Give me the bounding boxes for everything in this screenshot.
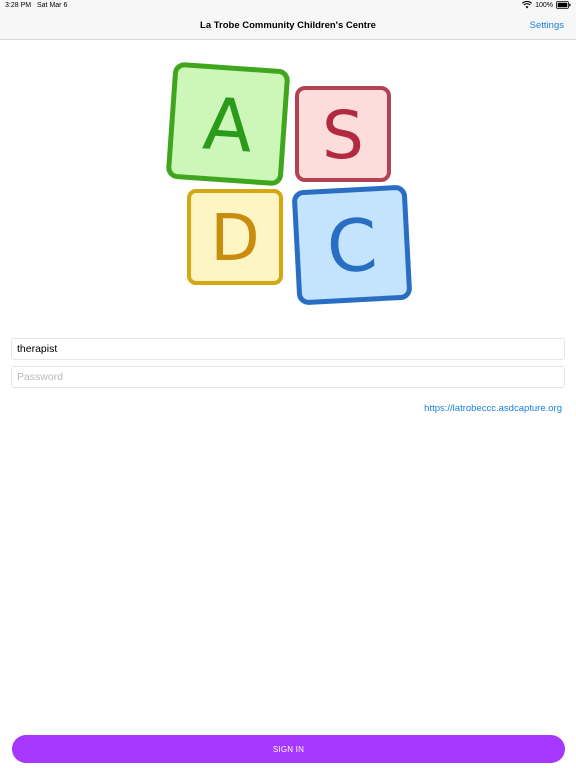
password-field[interactable]	[11, 366, 565, 388]
sign-in-button[interactable]: SIGN IN	[12, 735, 565, 763]
status-date: Sat Mar 6	[37, 2, 68, 9]
battery-percent: 100%	[535, 1, 553, 9]
logo-block-s: S	[295, 86, 391, 182]
navigation-bar: La Trobe Community Children's Centre Set…	[0, 12, 576, 40]
logo-block-d: D	[187, 189, 283, 285]
username-field[interactable]	[11, 338, 565, 360]
status-indicators: 100%	[522, 1, 571, 9]
logo-letter-d: D	[210, 202, 259, 276]
logo-block-c: C	[292, 185, 412, 305]
asdc-logo: A S D C	[166, 62, 412, 305]
server-url-link[interactable]: https://latrobeccc.asdcapture.org	[424, 403, 562, 414]
status-time: 3:28 PM	[5, 2, 32, 9]
page-title: La Trobe Community Children's Centre	[200, 20, 376, 31]
settings-button[interactable]: Settings	[530, 20, 564, 31]
status-bar: 3:28 PM Sat Mar 6 100%	[0, 0, 576, 12]
battery-icon	[556, 1, 571, 9]
wifi-icon	[522, 1, 533, 9]
logo-letter-s: S	[322, 97, 364, 174]
logo-letter-c: C	[325, 203, 380, 290]
logo-letter-a: A	[200, 81, 255, 168]
logo-block-a: A	[166, 62, 290, 186]
